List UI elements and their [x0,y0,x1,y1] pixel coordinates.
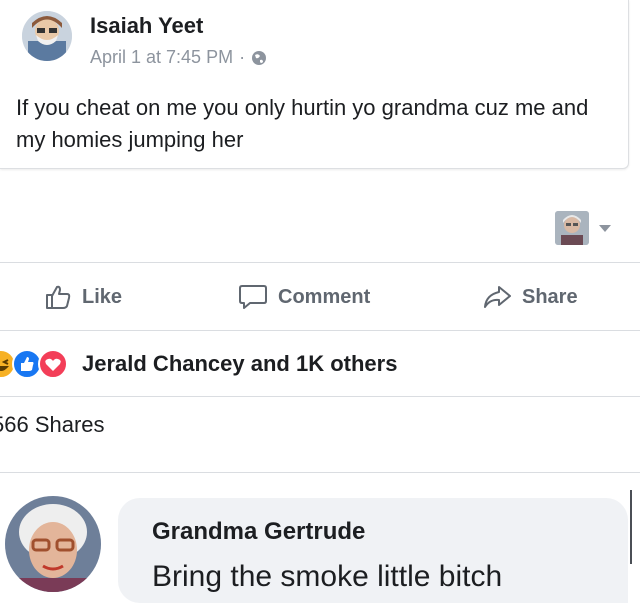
reactions-summary[interactable]: Jerald Chancey and 1K others [0,334,640,394]
thumbs-up-icon [46,285,71,309]
like-button[interactable]: Like [44,266,122,328]
post-timestamp[interactable]: April 1 at 7:45 PM [90,47,233,68]
comment-icon [239,285,267,309]
shares-count[interactable]: 566 Shares [0,412,105,438]
divider [0,472,640,473]
comment-text: Bring the smoke little bitch [152,560,503,593]
reaction-icons [0,349,74,379]
comment-button[interactable]: Comment [238,266,370,328]
divider [0,330,640,331]
share-icon [484,286,511,308]
scrollbar[interactable] [630,490,632,564]
share-label: Share [522,285,578,308]
love-reaction-icon [38,349,68,379]
comment-label: Comment [278,285,371,308]
share-button[interactable]: Share [482,266,578,328]
post-body-text: If you cheat on me you only hurtin yo gr… [16,95,589,152]
divider [0,396,640,397]
post-card: Isaiah Yeet April 1 at 7:45 PM · If you … [0,0,629,169]
reactions-summary-text[interactable]: Jerald Chancey and 1K others [82,351,397,377]
comment-bubble: Grandma Gertrude Bring the smoke little … [118,498,628,603]
post-actions-bar: Like Comment Share [0,266,640,328]
chevron-down-icon[interactable] [599,224,611,232]
like-label: Like [82,285,123,308]
meta-separator: · [239,47,246,67]
post-meta: April 1 at 7:45 PM · [90,47,267,68]
post-author-name[interactable]: Isaiah Yeet [90,13,203,39]
globe-icon[interactable] [251,50,267,66]
commenter-name[interactable]: Grandma Gertrude [152,518,365,546]
divider [0,262,640,263]
viewer-avatar [555,211,589,245]
author-avatar[interactable] [22,11,72,61]
viewer-selector[interactable] [555,211,611,245]
commenter-avatar[interactable] [5,496,101,592]
